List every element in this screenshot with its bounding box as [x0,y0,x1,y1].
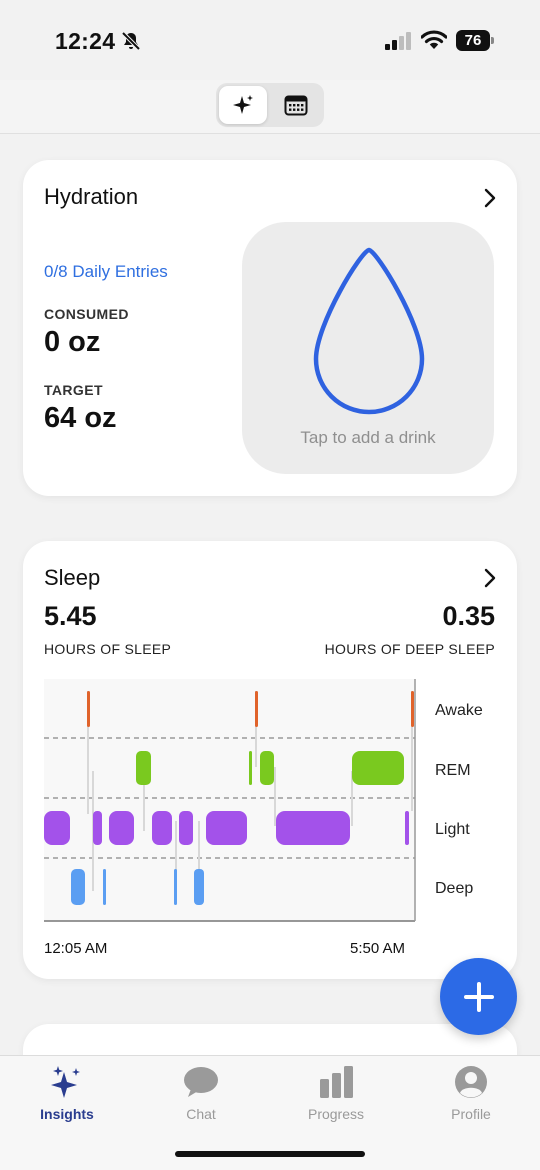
hydration-card[interactable]: Hydration 0/8 Daily Entries CONSUMED 0 o… [23,160,517,496]
tab-label: Insights [40,1106,94,1122]
tab-chat[interactable]: Chat [146,1064,256,1124]
tab-insights[interactable]: Insights [12,1064,122,1124]
sleep-start-time: 12:05 AM [44,940,108,957]
battery-icon: 76 [456,30,494,51]
add-drink-hint: Tap to add a drink [300,428,436,447]
daily-entries: 0/8 Daily Entries [44,262,168,281]
calendar-icon [284,95,308,116]
insights-view-button[interactable] [219,86,267,124]
tab-profile[interactable]: Profile [416,1064,526,1124]
consumed-label: CONSUMED [44,306,129,322]
stage-label-rem: REM [435,762,471,779]
consumed-value: 0 oz [44,326,101,358]
bell-slash-icon [121,31,141,51]
person-icon [455,1066,487,1098]
stage-label-awake: Awake [435,702,483,719]
cellular-signal-icon [385,32,411,50]
deep-sleep-value: 0.35 [442,601,495,631]
tab-label: Profile [451,1106,491,1122]
wifi-icon [421,30,447,49]
tab-label: Chat [186,1106,216,1122]
battery-level: 76 [456,30,490,51]
stage-label-light: Light [435,821,470,838]
top-header [0,80,540,134]
tab-progress[interactable]: Progress [281,1064,391,1124]
add-button[interactable] [440,958,517,1035]
target-label: TARGET [44,382,103,398]
sleep-hours-value: 5.45 [44,601,97,631]
sleep-card[interactable]: Sleep 5.45 HOURS OF SLEEP 0.35 HOURS OF … [23,541,517,979]
status-bar: 12:24 76 [0,0,540,80]
tab-label: Progress [307,1106,365,1122]
tab-bar: Insights Chat Progress Profile [0,1055,540,1170]
status-time: 12:24 [55,28,116,54]
water-drop-icon [313,247,425,415]
hydration-title: Hydration [44,184,139,209]
stage-label-deep: Deep [435,880,473,897]
sleep-end-time: 5:50 AM [350,940,406,957]
bar-chart-icon [320,1066,353,1098]
deep-sleep-label: HOURS OF DEEP SLEEP [324,641,495,657]
sparkles-icon [51,1066,80,1098]
sparkles-icon [233,95,253,114]
add-drink-button[interactable]: Tap to add a drink [242,222,494,474]
plus-icon [463,981,494,1012]
calendar-view-button[interactable] [272,86,320,124]
target-value: 64 oz [44,402,117,434]
home-indicator [175,1151,365,1157]
sleep-hours-label: HOURS OF SLEEP [44,641,172,657]
chevron-right-icon[interactable] [483,188,497,208]
sleep-stage-chart: Awake REM Light Deep [44,679,483,922]
sleep-title: Sleep [44,565,101,590]
chevron-right-icon[interactable] [483,568,497,588]
view-toggle [216,83,324,127]
chat-bubble-icon [184,1067,218,1097]
